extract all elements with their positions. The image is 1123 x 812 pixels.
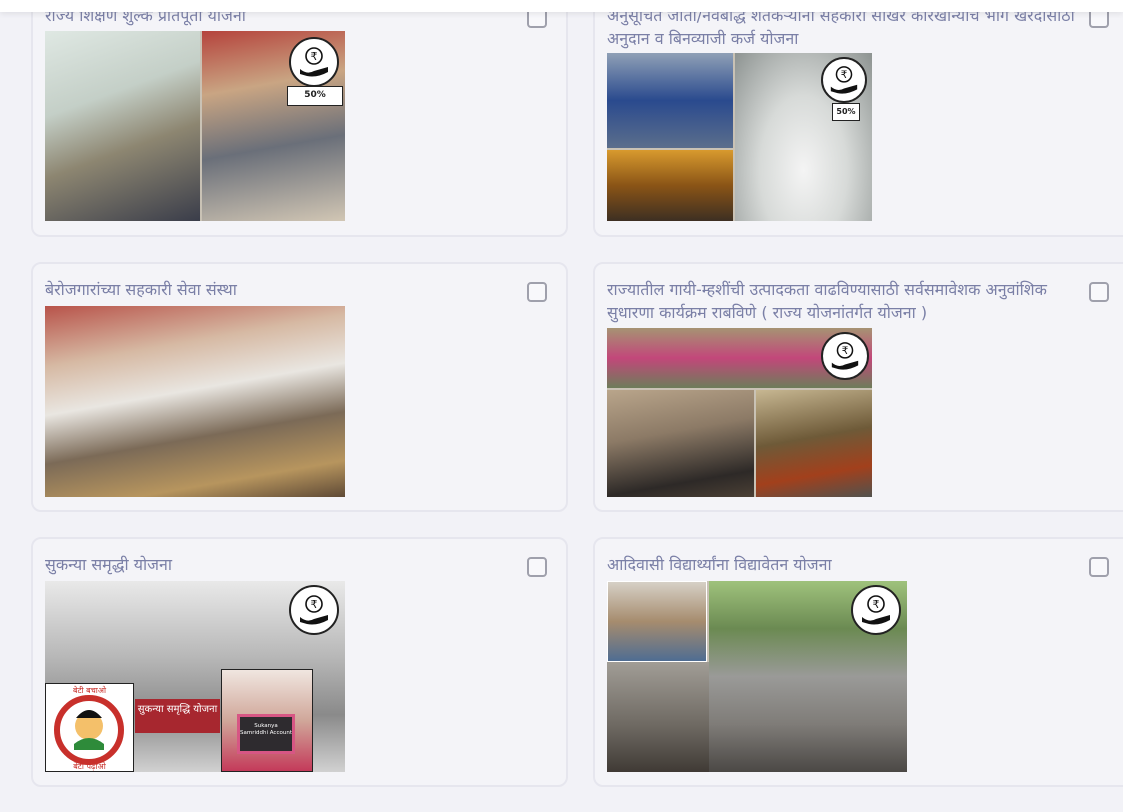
rupee-hand-icon: ₹ xyxy=(821,332,869,380)
seated-children-photo xyxy=(607,662,709,772)
pipes-photo xyxy=(607,150,733,221)
girl-with-board-photo: Sukanya Samriddhi Account xyxy=(221,669,313,772)
board-text: Sukanya Samriddhi Account xyxy=(240,723,292,736)
scheme-title: सुकन्या समृद्धी योजना xyxy=(45,555,173,574)
svg-text:₹: ₹ xyxy=(311,598,318,611)
buffalo-photo xyxy=(607,390,754,497)
scheme-name-banner: सुकन्या समृद्धि योजना xyxy=(135,699,220,733)
rupee-hand-icon: ₹ xyxy=(851,585,901,635)
scheme-card-gai-mhashi[interactable]: राज्यातील गायी-म्हशींची उत्पादकता वाढविण… xyxy=(593,262,1123,512)
workshop-photo xyxy=(45,306,345,497)
children-group-photo xyxy=(607,581,707,662)
scheme-card-shikshan-shulk[interactable]: राज्य शिक्षण शुल्क प्रतिपूर्ती योजना ₹ 5… xyxy=(31,0,568,237)
scheme-image xyxy=(45,306,345,497)
scheme-image: ₹ xyxy=(607,328,872,497)
scheme-image: ₹ 50% xyxy=(45,31,345,221)
rupee-hand-icon: ₹ xyxy=(289,585,339,635)
svg-text:₹: ₹ xyxy=(842,345,849,357)
factory-machines-photo xyxy=(607,53,733,148)
scheme-card-sukanya-samriddhi[interactable]: सुकन्या समृद्धी योजना बेटी बचाओ बेटी पढ़… xyxy=(31,537,568,787)
classroom-photo xyxy=(45,31,200,221)
top-header-bar xyxy=(0,0,1123,12)
scheme-card-adivasi-vidyavetan[interactable]: आदिवासी विद्यार्थ्यांना विद्यावेतन योजना… xyxy=(593,537,1123,787)
beti-bachao-logo: बेटी बचाओ बेटी पढ़ाओ xyxy=(45,683,134,772)
scheme-title: राज्यातील गायी-म्हशींची उत्पादकता वाढविण… xyxy=(607,280,1047,322)
scheme-image: बेटी बचाओ बेटी पढ़ाओ सुकन्या समृद्धि योज… xyxy=(45,581,345,772)
logo-top-text: बेटी बचाओ xyxy=(72,686,107,695)
rupee-hand-icon: ₹ xyxy=(821,57,867,103)
scheme-title: बेरोजगारांच्या सहकारी सेवा संस्था xyxy=(45,280,237,299)
subsidy-percent-label: 50% xyxy=(287,86,343,106)
banner-text: सुकन्या समृद्धि योजना xyxy=(137,704,218,715)
scheme-image: ₹ xyxy=(607,581,907,772)
svg-text:₹: ₹ xyxy=(841,69,848,81)
logo-bottom-text: बेटी पढ़ाओ xyxy=(73,762,106,771)
subsidy-percent-label: 50% xyxy=(832,103,860,121)
scheme-card-sakhar-karkhana[interactable]: अनुसूचित जाती/नवबौद्ध शेतकऱ्यांना सहकारी… xyxy=(593,0,1123,237)
svg-text:₹: ₹ xyxy=(873,598,880,611)
board: Sukanya Samriddhi Account xyxy=(237,714,295,754)
scheme-checkbox[interactable] xyxy=(527,282,547,302)
scheme-card-berojgar-seva[interactable]: बेरोजगारांच्या सहकारी सेवा संस्था xyxy=(31,262,568,512)
rupee-hand-icon: ₹ xyxy=(289,37,339,87)
scheme-title: आदिवासी विद्यार्थ्यांना विद्यावेतन योजना xyxy=(607,555,832,574)
svg-text:₹: ₹ xyxy=(311,50,318,63)
scheme-checkbox[interactable] xyxy=(1089,282,1109,302)
scheme-checkbox[interactable] xyxy=(527,557,547,577)
scheme-checkbox[interactable] xyxy=(1089,557,1109,577)
cow-treatment-photo xyxy=(756,390,872,497)
scheme-image: ₹ 50% xyxy=(607,53,872,221)
